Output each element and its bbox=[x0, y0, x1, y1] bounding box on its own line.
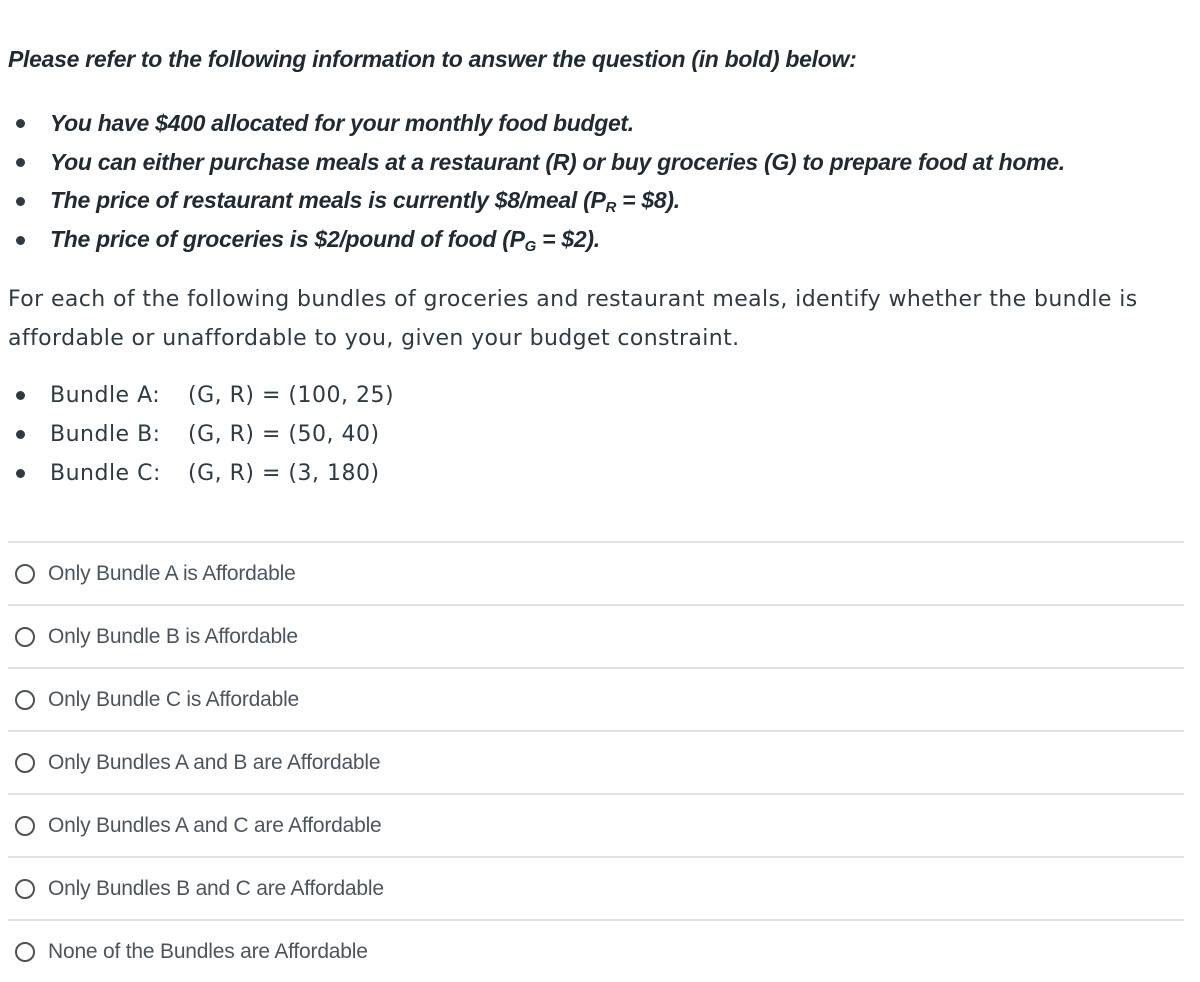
answer-option[interactable]: Only Bundles B and C are Affordable bbox=[8, 856, 1184, 919]
answer-option[interactable]: Only Bundles A and C are Affordable bbox=[8, 793, 1184, 856]
info-text: The price of groceries is $2/pound of fo… bbox=[50, 226, 600, 255]
answer-option[interactable]: Only Bundle C is Affordable bbox=[8, 667, 1184, 730]
option-label[interactable]: Only Bundle A is Affordable bbox=[48, 562, 296, 586]
info-item-grocery-price: The price of groceries is $2/pound of fo… bbox=[14, 221, 1065, 260]
radio-button[interactable] bbox=[15, 626, 35, 647]
info-item-restaurant-price: The price of restaurant meals is current… bbox=[14, 182, 1065, 221]
info-list: You have $400 allocated for your monthly… bbox=[14, 104, 1065, 260]
radio-button[interactable] bbox=[15, 752, 35, 773]
answer-options: Only Bundle A is Affordable Only Bundle … bbox=[8, 541, 1184, 982]
option-label[interactable]: Only Bundle C is Affordable bbox=[48, 688, 299, 712]
option-label[interactable]: Only Bundles A and C are Affordable bbox=[48, 814, 382, 838]
info-text-post: = $8). bbox=[616, 187, 680, 213]
subscript: G bbox=[524, 238, 537, 255]
bullet-icon bbox=[16, 158, 25, 167]
option-label[interactable]: None of the Bundles are Affordable bbox=[48, 940, 368, 964]
radio-button[interactable] bbox=[15, 878, 35, 899]
bullet-icon bbox=[16, 197, 25, 206]
radio-button[interactable] bbox=[15, 815, 35, 836]
bullet-icon bbox=[16, 119, 25, 128]
bullet-icon bbox=[16, 236, 25, 245]
bundle-item: Bundle A: (G, R) = (100, 25) bbox=[14, 376, 394, 415]
bundle-list: Bundle A: (G, R) = (100, 25) Bundle B: (G,… bbox=[14, 376, 394, 493]
info-text-post: = $2). bbox=[536, 226, 600, 252]
bundle-value: (G, R) = (3, 180) bbox=[188, 461, 380, 486]
bundle-value: (G, R) = (50, 40) bbox=[188, 422, 380, 447]
bundle-item: Bundle C: (G, R) = (3, 180) bbox=[14, 454, 394, 493]
info-text: The price of restaurant meals is current… bbox=[50, 187, 680, 216]
radio-button[interactable] bbox=[15, 941, 35, 962]
bullet-icon bbox=[16, 391, 25, 400]
answer-option[interactable]: Only Bundle B is Affordable bbox=[8, 604, 1184, 667]
option-label[interactable]: Only Bundles B and C are Affordable bbox=[48, 877, 384, 901]
option-label[interactable]: Only Bundle B is Affordable bbox=[48, 625, 298, 649]
subscript: R bbox=[605, 199, 617, 216]
answer-option[interactable]: Only Bundle A is Affordable bbox=[8, 541, 1184, 604]
answer-option[interactable]: Only Bundles A and B are Affordable bbox=[8, 730, 1184, 793]
radio-button[interactable] bbox=[15, 689, 35, 710]
answer-option[interactable]: None of the Bundles are Affordable bbox=[8, 919, 1184, 982]
info-item-budget: You have $400 allocated for your monthly… bbox=[14, 104, 1065, 143]
info-text-pre: The price of groceries is $2/pound of fo… bbox=[50, 226, 525, 252]
question-text: For each of the following bundles of gro… bbox=[8, 287, 1138, 351]
bundle-label: Bundle C: bbox=[50, 461, 161, 486]
radio-button[interactable] bbox=[15, 563, 35, 584]
bullet-icon bbox=[16, 430, 25, 439]
bundle-value: (G, R) = (100, 25) bbox=[188, 383, 395, 408]
info-text: You have $400 allocated for your monthly… bbox=[50, 110, 634, 136]
bullet-icon bbox=[16, 469, 25, 478]
info-item-choices: You can either purchase meals at a resta… bbox=[14, 143, 1065, 182]
bundle-label: Bundle A: bbox=[50, 383, 161, 408]
bundle-label: Bundle B: bbox=[50, 422, 161, 447]
info-text-pre: The price of restaurant meals is current… bbox=[50, 187, 606, 213]
instructions-heading: Please refer to the following informatio… bbox=[8, 46, 857, 72]
option-label[interactable]: Only Bundles A and B are Affordable bbox=[48, 751, 381, 775]
bundle-item: Bundle B: (G, R) = (50, 40) bbox=[14, 415, 394, 454]
info-text: You can either purchase meals at a resta… bbox=[50, 149, 1065, 175]
